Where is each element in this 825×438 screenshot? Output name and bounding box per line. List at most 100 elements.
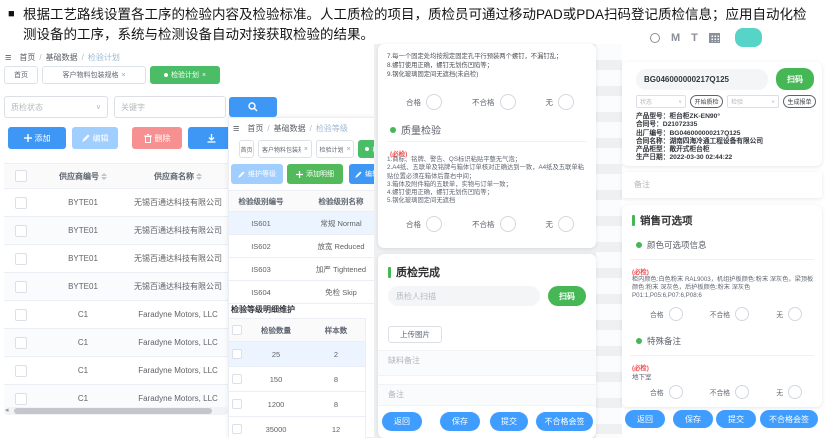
submit-button[interactable]: 提交 <box>716 410 756 428</box>
table-row[interactable]: BYTE01 无锡百通达科技有限公司 <box>4 189 228 217</box>
select-all-checkbox[interactable] <box>232 325 242 335</box>
table-row[interactable]: BYTE01 无锡百通达科技有限公司 <box>4 273 228 301</box>
table-row[interactable]: C1 Faradyne Motors, LLC <box>4 301 228 329</box>
grid-icon[interactable] <box>709 33 720 43</box>
close-icon[interactable]: × <box>121 72 125 79</box>
add-detail-button[interactable]: 添加明细 <box>287 164 343 184</box>
back-button[interactable]: 返回 <box>625 410 665 428</box>
table-row[interactable]: IS602 放宽 Reduced <box>229 235 389 258</box>
breadcrumb-home[interactable]: 首页 <box>247 123 263 134</box>
hamburger-icon[interactable]: ≡ <box>5 54 11 62</box>
row-checkbox[interactable] <box>232 424 242 434</box>
avatar[interactable] <box>735 28 762 47</box>
row-checkbox[interactable] <box>232 399 242 409</box>
fail-countersign-button[interactable]: 不合格会签 <box>536 412 593 431</box>
missing-material-note-input[interactable]: 缺料备注 <box>378 350 596 376</box>
submit-button[interactable]: 提交 <box>490 412 528 431</box>
close-icon[interactable]: × <box>346 146 350 153</box>
row-checkbox[interactable] <box>15 197 27 209</box>
table-row[interactable]: BYTE01 无锡百通达科技有限公司 <box>4 217 228 245</box>
radio-pass[interactable] <box>669 307 683 321</box>
table-row[interactable]: C1 Faradyne Motors, LLC <box>4 329 228 357</box>
close-icon[interactable]: × <box>202 72 206 79</box>
serial-input[interactable]: BG046000000217Q125 <box>636 69 768 90</box>
radio-none[interactable] <box>788 307 802 321</box>
table-row[interactable]: C1 Faradyne Motors, LLC <box>4 357 228 385</box>
radio-fail[interactable] <box>735 385 749 399</box>
radio-fail[interactable] <box>735 307 749 321</box>
fail-countersign-button[interactable]: 不合格会签 <box>760 410 818 428</box>
sort-icon[interactable] <box>196 173 202 180</box>
breadcrumb-home[interactable]: 首页 <box>19 52 35 63</box>
breadcrumb-basedata[interactable]: 基础数据 <box>46 52 78 63</box>
circle-icon[interactable] <box>650 33 660 43</box>
note-input[interactable]: 备注 <box>378 384 596 406</box>
special-note-title: 特殊备注 <box>636 335 681 347</box>
table-row[interactable]: 1200 8 <box>229 392 365 417</box>
row-checkbox[interactable] <box>15 393 27 405</box>
radio-pass[interactable] <box>426 94 442 110</box>
inspector-scan-input[interactable]: 质检人扫描 <box>388 286 540 306</box>
tab-customer-pack-spec[interactable]: 客户物料包装规格 × <box>258 140 312 158</box>
header-supplier-name[interactable]: 供应商名称 <box>128 164 228 188</box>
row-checkbox[interactable] <box>15 309 27 321</box>
tab-home[interactable]: 首页 <box>4 66 38 84</box>
tab-inspection-plan-active[interactable]: 检验计划 × <box>150 66 220 84</box>
table-row[interactable]: IS603 加严 Tightened <box>229 258 389 281</box>
row-checkbox[interactable] <box>15 225 27 237</box>
save-button[interactable]: 保存 <box>440 412 480 431</box>
back-button[interactable]: 返回 <box>382 412 422 431</box>
tab-inspection-plan[interactable]: 检验计划 × <box>316 140 354 158</box>
scan-button[interactable]: 扫码 <box>776 68 814 90</box>
add-button[interactable]: 添加 <box>8 127 66 149</box>
select-all-checkbox[interactable] <box>15 170 27 182</box>
edit-button[interactable]: 编辑 <box>72 127 118 149</box>
radio-pass[interactable] <box>669 385 683 399</box>
close-icon[interactable]: × <box>304 146 308 153</box>
table-row[interactable]: BYTE01 无锡百通达科技有限公司 <box>4 245 228 273</box>
row-checkbox[interactable] <box>15 253 27 265</box>
table-row[interactable]: 25 2 <box>229 342 365 367</box>
radio-none[interactable] <box>558 94 574 110</box>
note-input[interactable]: 备注 <box>634 179 650 190</box>
radio-none[interactable] <box>558 216 574 232</box>
table-row[interactable]: IS604 免检 Skip <box>229 281 389 304</box>
status-select[interactable]: 状态 ∨ <box>636 95 686 108</box>
maintain-grade-button[interactable]: 维护等级 <box>231 164 283 184</box>
level-select[interactable]: 检验 ∨ <box>727 95 779 108</box>
breadcrumb-basedata[interactable]: 基础数据 <box>274 123 306 134</box>
scrollbar-thumb[interactable] <box>14 408 212 414</box>
radio-fail[interactable] <box>500 94 516 110</box>
row-checkbox[interactable] <box>15 337 27 349</box>
hamburger-icon[interactable]: ≡ <box>233 125 239 133</box>
complete-section-title: 质检完成 <box>388 264 440 280</box>
row-checkbox[interactable] <box>232 374 242 384</box>
generate-report-button[interactable]: 生成报单 <box>783 95 816 108</box>
letter-t-icon[interactable]: T <box>691 32 698 44</box>
radio-pass[interactable] <box>426 216 442 232</box>
tab-customer-pack-spec[interactable]: 客户物料包装规格 × <box>42 66 146 84</box>
letter-m-icon[interactable]: M <box>671 32 680 44</box>
table-row[interactable]: IS601 常规 Normal <box>229 212 389 235</box>
header-supplier-code[interactable]: 供应商编号 <box>38 164 128 188</box>
radio-fail[interactable] <box>500 216 516 232</box>
table-row[interactable]: 150 8 <box>229 367 365 392</box>
scan-button[interactable]: 扫码 <box>548 286 586 306</box>
save-button[interactable]: 保存 <box>673 410 713 428</box>
row-checkbox[interactable] <box>15 365 27 377</box>
sort-icon[interactable] <box>101 173 107 180</box>
horizontal-scrollbar[interactable]: ◂ <box>4 407 228 415</box>
qc-status-select[interactable]: 质检状态 ∨ <box>4 96 108 118</box>
table-row[interactable]: 35000 12 <box>229 417 365 438</box>
start-inspection-button[interactable]: 开始质检 <box>690 95 723 108</box>
breadcrumb-current: 检验等级 <box>316 123 348 134</box>
upload-image-button[interactable]: 上传图片 <box>388 326 442 343</box>
delete-button[interactable]: 删除 <box>132 127 182 149</box>
keyword-input[interactable]: 关键字 <box>114 96 226 118</box>
row-checkbox[interactable] <box>232 349 242 359</box>
scroll-left-icon[interactable]: ◂ <box>5 406 9 414</box>
search-button[interactable] <box>229 97 277 117</box>
tab-home-clipped[interactable]: 首页 <box>239 140 254 158</box>
radio-none[interactable] <box>788 385 802 399</box>
row-checkbox[interactable] <box>15 281 27 293</box>
